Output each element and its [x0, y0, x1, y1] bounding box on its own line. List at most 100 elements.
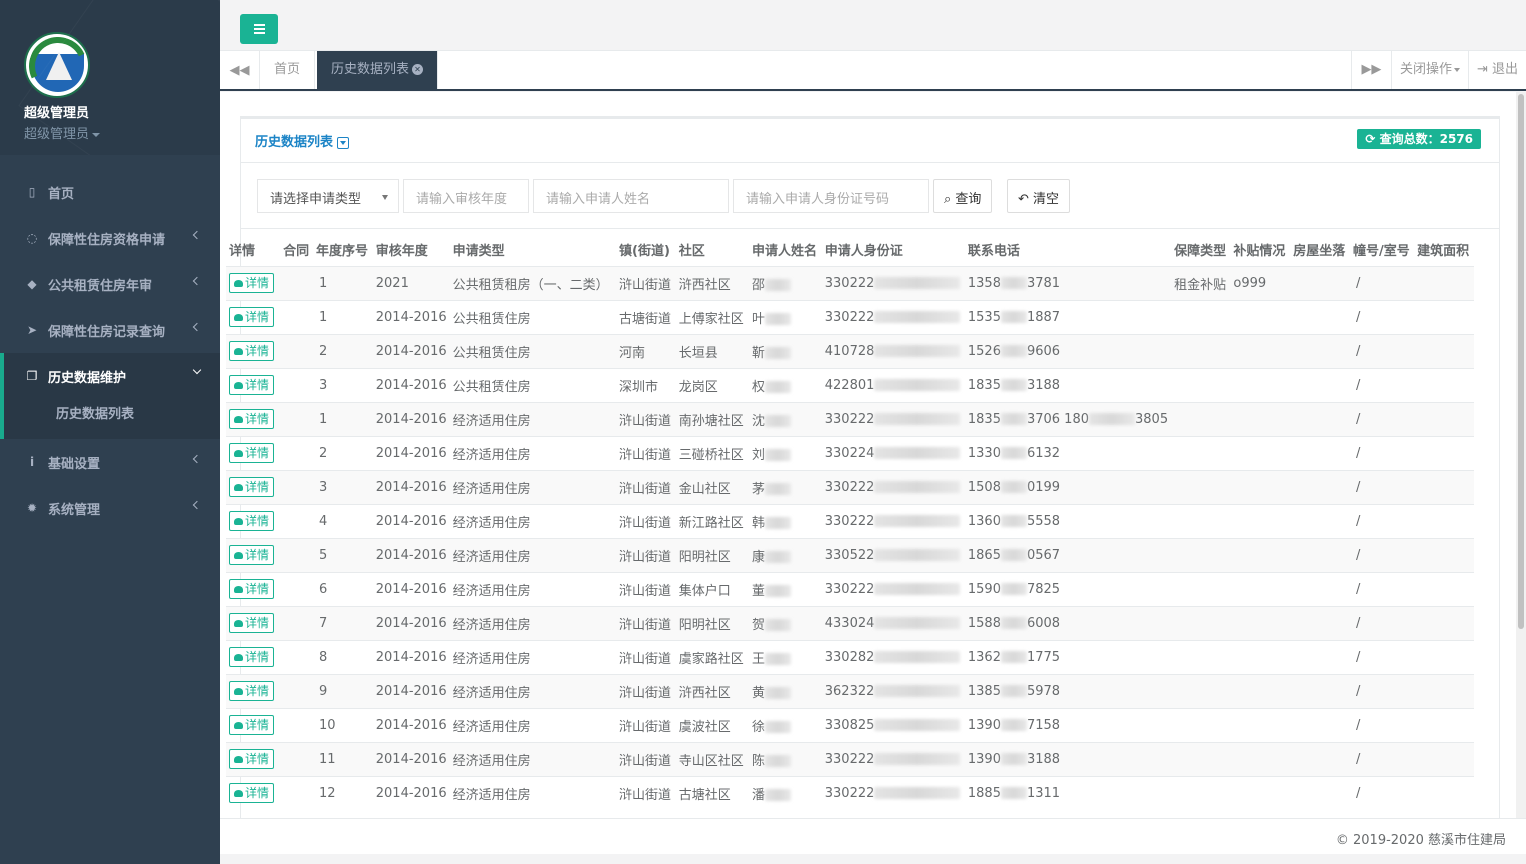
- column-header[interactable]: 社区: [675, 234, 749, 267]
- sidebar-item-2[interactable]: ◆ 公共租赁住房年审: [0, 261, 220, 307]
- eye-icon: [234, 382, 243, 389]
- seq-cell: 11: [312, 741, 373, 776]
- detail-cell: 详情: [226, 639, 281, 674]
- clear-button[interactable]: ↶ 清空: [1007, 179, 1071, 213]
- audit-year-input[interactable]: 请输入审核年度: [403, 179, 529, 213]
- undo-icon: ↶: [1018, 192, 1034, 207]
- detail-cell: 详情: [226, 469, 281, 504]
- detail-button[interactable]: 详情: [229, 749, 275, 769]
- detail-button[interactable]: 详情: [229, 511, 275, 531]
- column-header[interactable]: 详情: [226, 234, 281, 267]
- room-cell: /: [1349, 367, 1415, 402]
- column-header[interactable]: 审核年度: [372, 234, 450, 267]
- sidebar-item-0[interactable]: ▯ 首页: [0, 169, 220, 215]
- profile-panel: 超级管理员 超级管理员: [0, 0, 220, 155]
- community-cell: 新江路社区: [675, 503, 749, 538]
- column-header[interactable]: 补贴情况: [1230, 234, 1291, 267]
- year-cell: 2014-2016: [372, 367, 450, 402]
- contract-cell: [280, 469, 313, 504]
- detail-button[interactable]: 详情: [229, 579, 275, 599]
- detail-button[interactable]: 详情: [229, 477, 275, 497]
- community-cell: 金山社区: [675, 469, 749, 504]
- detail-button[interactable]: 详情: [229, 613, 275, 633]
- applicant-id-input[interactable]: 请输入申请人身份证号码: [733, 179, 929, 213]
- total-count-badge[interactable]: ⟳ 查询总数：2576: [1357, 129, 1481, 149]
- detail-button[interactable]: 详情: [229, 443, 275, 463]
- applicant-name-input[interactable]: 请输入申请人姓名: [533, 179, 729, 213]
- detail-button[interactable]: 详情: [229, 545, 275, 565]
- scrollbar[interactable]: [1516, 92, 1526, 818]
- column-header[interactable]: 幢号/室号: [1349, 234, 1415, 267]
- detail-cell: 详情: [226, 673, 281, 708]
- detail-button[interactable]: 详情: [229, 681, 275, 701]
- tab-home[interactable]: 首页: [260, 51, 316, 89]
- detail-button[interactable]: 详情: [229, 375, 275, 395]
- logout-icon: ⇥: [1476, 62, 1492, 77]
- phone-cell: 1362 1775: [964, 639, 1172, 674]
- guarantee-cell: [1171, 537, 1231, 572]
- location-cell: [1290, 673, 1350, 708]
- search-button[interactable]: ⌕ 查询: [933, 179, 993, 213]
- detail-button[interactable]: 详情: [229, 273, 275, 293]
- tab-scroll-right-icon[interactable]: ▶▶: [1350, 51, 1391, 89]
- eye-icon: [234, 688, 243, 695]
- tab-history-list[interactable]: 历史数据列表 ✕: [317, 51, 439, 89]
- column-header[interactable]: 镇(街道): [616, 234, 676, 267]
- tab-scroll-left-icon[interactable]: ◀◀: [220, 51, 260, 89]
- sidebar-item-5[interactable]: i 基础设置: [0, 439, 220, 485]
- close-operations-dropdown[interactable]: 关闭操作: [1390, 51, 1468, 89]
- collapse-icon[interactable]: [337, 136, 350, 149]
- sidebar-item-3[interactable]: ➤ 保障性住房记录查询: [0, 307, 220, 353]
- phone-cell: 1865 0567: [964, 537, 1172, 572]
- detail-button[interactable]: 详情: [229, 341, 275, 361]
- room-cell: /: [1349, 401, 1415, 436]
- column-header[interactable]: 申请人身份证: [821, 234, 965, 267]
- table-row: 详情 1 2021 公共租赁租房（一、二类） 浒山街道 浒西社区邵 330222 1358 37…: [226, 265, 1474, 300]
- column-header[interactable]: 房屋坐落: [1290, 234, 1350, 267]
- guarantee-cell: [1171, 367, 1231, 402]
- subsidy-cell: [1230, 571, 1291, 606]
- filter-bar: 请选择申请类型 请输入审核年度 请输入申请人姓名 请输入申请人身份证号码 ⌕ 查…: [241, 163, 1499, 229]
- detail-button[interactable]: 详情: [229, 307, 275, 327]
- phone-cell: 1526 9606: [964, 333, 1172, 368]
- name-cell: 黄: [749, 673, 822, 708]
- column-header[interactable]: 年度序号: [312, 234, 373, 267]
- logout-button[interactable]: ⇥ 退出: [1467, 51, 1526, 89]
- sidebar-group-6: ✹ 系统管理: [0, 485, 220, 531]
- column-header[interactable]: 建筑面积: [1414, 234, 1474, 267]
- column-header[interactable]: 合同: [280, 234, 313, 267]
- contract-cell: [280, 673, 313, 708]
- name-cell: 靳: [749, 333, 822, 368]
- detail-button[interactable]: 详情: [229, 409, 275, 429]
- column-header[interactable]: 申请人姓名: [749, 234, 822, 267]
- id-cell: 330282: [821, 639, 965, 674]
- footer: © 2019-2020 慈溪市住建局: [220, 818, 1526, 854]
- sidebar-subitem-history-list[interactable]: 历史数据列表: [4, 399, 220, 439]
- detail-button[interactable]: 详情: [229, 715, 275, 735]
- column-header[interactable]: 申请类型: [449, 234, 617, 267]
- detail-cell: 详情: [226, 435, 281, 470]
- subsidy-cell: [1230, 639, 1291, 674]
- sidebar-item-label: 首页: [48, 186, 75, 202]
- detail-button[interactable]: 详情: [229, 647, 275, 667]
- apply-type-select[interactable]: 请选择申请类型: [257, 179, 399, 213]
- type-cell: 经济适用住房: [449, 469, 617, 504]
- detail-button[interactable]: 详情: [229, 783, 275, 804]
- sidebar-item-1[interactable]: ◌ 保障性住房资格申请: [0, 215, 220, 261]
- id-cell: 433024: [821, 605, 965, 640]
- column-header[interactable]: 保障类型: [1171, 234, 1231, 267]
- close-tab-icon[interactable]: ✕: [412, 64, 424, 75]
- phone-cell: 1535 1887: [964, 299, 1172, 334]
- tab-tools: ▶▶ 关闭操作 ⇥ 退出: [1350, 51, 1526, 89]
- name-cell: 权: [749, 367, 822, 402]
- town-cell: 浒山街道: [616, 537, 676, 572]
- sidebar-item-6[interactable]: ✹ 系统管理: [0, 485, 220, 531]
- town-cell: 浒山街道: [616, 639, 676, 674]
- contract-cell: [280, 265, 313, 300]
- community-cell: 浒西社区: [675, 673, 749, 708]
- sidebar-item-4[interactable]: ❐ 历史数据维护: [4, 353, 220, 399]
- community-cell: 阳明社区: [675, 537, 749, 572]
- column-header[interactable]: 联系电话: [964, 234, 1172, 267]
- profile-role-dropdown[interactable]: 超级管理员: [24, 123, 220, 142]
- menu-toggle-button[interactable]: [240, 14, 278, 44]
